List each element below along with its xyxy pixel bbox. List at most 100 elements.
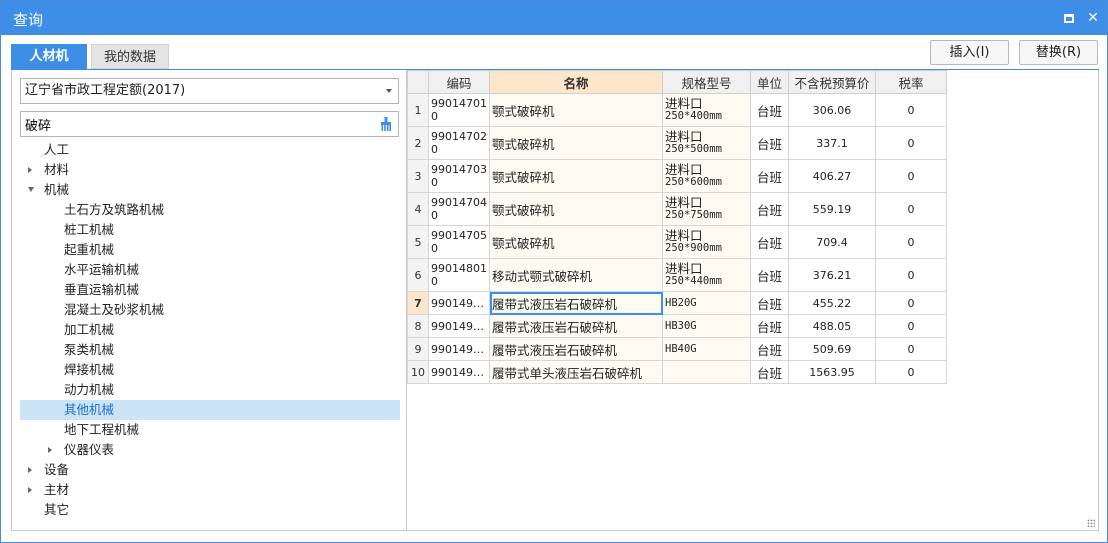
- table-row[interactable]: 4 99014704 0 颚式破碎机 进料口 250*750mm 台班 559.19 0: [407, 192, 947, 226]
- tree-item[interactable]: 加工机械: [20, 320, 400, 340]
- maximize-icon[interactable]: [1059, 8, 1079, 28]
- column-header-unit[interactable]: 单位: [750, 70, 789, 94]
- tree-item[interactable]: 焊接机械: [20, 360, 400, 380]
- cell-price[interactable]: 559.19: [788, 192, 876, 226]
- cell-spec[interactable]: 进料口 250*500mm: [662, 126, 751, 160]
- cell-spec[interactable]: HB20G: [662, 291, 751, 315]
- table-row[interactable]: 2 99014702 0 颚式破碎机 进料口 250*500mm 台班 337.1 0: [407, 126, 947, 160]
- cell-code[interactable]: 99014701 0: [428, 93, 490, 127]
- cell-name[interactable]: 颚式破碎机: [489, 93, 663, 127]
- cell-code[interactable]: 990149…: [428, 337, 490, 361]
- dropdown-arrow-icon[interactable]: [386, 89, 392, 93]
- cell-spec[interactable]: HB40G: [662, 337, 751, 361]
- expand-arrow-icon[interactable]: [28, 487, 32, 493]
- cell-price[interactable]: 709.4: [788, 225, 876, 259]
- expand-arrow-icon[interactable]: [28, 467, 32, 473]
- cell-tax[interactable]: 0: [875, 314, 947, 338]
- row-number[interactable]: 6: [407, 258, 429, 292]
- row-number[interactable]: 2: [407, 126, 429, 160]
- tree-item[interactable]: 设备: [20, 460, 400, 480]
- row-number[interactable]: 5: [407, 225, 429, 259]
- expand-arrow-icon[interactable]: [28, 167, 32, 173]
- tree-item[interactable]: 动力机械: [20, 380, 400, 400]
- cell-spec[interactable]: 进料口 250*900mm: [662, 225, 751, 259]
- cell-price[interactable]: 376.21: [788, 258, 876, 292]
- table-row[interactable]: 9 990149… 履带式液压岩石破碎机 HB40G 台班 509.69 0: [407, 337, 947, 361]
- tree-item[interactable]: 水平运输机械: [20, 260, 400, 280]
- cell-spec[interactable]: [662, 360, 751, 384]
- cell-unit[interactable]: 台班: [750, 291, 789, 315]
- cell-code[interactable]: 990149…: [428, 360, 490, 384]
- title-bar[interactable]: 查询 ✕: [1, 1, 1107, 35]
- column-header-price[interactable]: 不含税预算价: [788, 70, 876, 94]
- column-header-code[interactable]: 编码: [428, 70, 490, 94]
- cell-spec[interactable]: 进料口 250*750mm: [662, 192, 751, 226]
- tree-item[interactable]: 地下工程机械: [20, 420, 400, 440]
- tree-item[interactable]: 其他机械: [20, 400, 400, 420]
- tree-item[interactable]: 机械: [20, 180, 400, 200]
- table-row[interactable]: 3 99014703 0 颚式破碎机 进料口 250*600mm 台班 406.27 0: [407, 159, 947, 193]
- table-row[interactable]: 1 99014701 0 颚式破碎机 进料口 250*400mm 台班 306.06 0: [407, 93, 947, 127]
- row-number[interactable]: 3: [407, 159, 429, 193]
- cell-price[interactable]: 1563.95: [788, 360, 876, 384]
- clear-broom-icon[interactable]: [380, 117, 392, 131]
- row-number[interactable]: 8: [407, 314, 429, 338]
- cell-tax[interactable]: 0: [875, 93, 947, 127]
- cell-unit[interactable]: 台班: [750, 360, 789, 384]
- table-row[interactable]: 8 990149… 履带式液压岩石破碎机 HB30G 台班 488.05 0: [407, 314, 947, 338]
- cell-spec[interactable]: 进料口 250*440mm: [662, 258, 751, 292]
- cell-unit[interactable]: 台班: [750, 93, 789, 127]
- replace-button[interactable]: 替换(R): [1019, 40, 1098, 65]
- insert-button[interactable]: 插入(I): [930, 40, 1009, 65]
- cell-spec[interactable]: 进料口 250*400mm: [662, 93, 751, 127]
- cell-name[interactable]: 履带式液压岩石破碎机: [489, 337, 663, 361]
- search-input[interactable]: [21, 112, 361, 136]
- tree-item[interactable]: 仪器仪表: [20, 440, 400, 460]
- cell-code[interactable]: 990149…: [428, 291, 490, 315]
- quota-select[interactable]: 辽宁省市政工程定额(2017): [20, 78, 399, 104]
- cell-name[interactable]: 颚式破碎机: [489, 126, 663, 160]
- cell-name[interactable]: 颚式破碎机: [489, 225, 663, 259]
- cell-tax[interactable]: 0: [875, 225, 947, 259]
- tree-item[interactable]: 其它: [20, 500, 400, 520]
- tree-item[interactable]: 泵类机械: [20, 340, 400, 360]
- cell-tax[interactable]: 0: [875, 291, 947, 315]
- cell-name[interactable]: 履带式液压岩石破碎机: [489, 314, 663, 338]
- row-number[interactable]: 1: [407, 93, 429, 127]
- cell-code[interactable]: 99014702 0: [428, 126, 490, 160]
- column-header-spec[interactable]: 规格型号: [662, 70, 751, 94]
- cell-spec[interactable]: 进料口 250*600mm: [662, 159, 751, 193]
- tab-my-data[interactable]: 我的数据: [91, 44, 169, 69]
- table-row[interactable]: 7 990149… 履带式液压岩石破碎机 HB20G 台班 455.22 0: [407, 291, 947, 315]
- cell-price[interactable]: 337.1: [788, 126, 876, 160]
- tree-item[interactable]: 桩工机械: [20, 220, 400, 240]
- cell-code[interactable]: 99014801 0: [428, 258, 490, 292]
- cell-spec[interactable]: HB30G: [662, 314, 751, 338]
- tree-item[interactable]: 起重机械: [20, 240, 400, 260]
- cell-unit[interactable]: 台班: [750, 337, 789, 361]
- cell-price[interactable]: 488.05: [788, 314, 876, 338]
- tree-item[interactable]: 人工: [20, 140, 400, 160]
- cell-code[interactable]: 990149…: [428, 314, 490, 338]
- cell-price[interactable]: 455.22: [788, 291, 876, 315]
- cell-name[interactable]: 颚式破碎机: [489, 159, 663, 193]
- column-header-tax[interactable]: 税率: [875, 70, 947, 94]
- cell-unit[interactable]: 台班: [750, 314, 789, 338]
- cell-code[interactable]: 99014705 0: [428, 225, 490, 259]
- cell-tax[interactable]: 0: [875, 360, 947, 384]
- cell-name[interactable]: 移动式颚式破碎机: [489, 258, 663, 292]
- cell-unit[interactable]: 台班: [750, 192, 789, 226]
- cell-tax[interactable]: 0: [875, 337, 947, 361]
- table-row[interactable]: 6 99014801 0 移动式颚式破碎机 进料口 250*440mm 台班 376.21 0: [407, 258, 947, 292]
- row-number[interactable]: 9: [407, 337, 429, 361]
- table-row[interactable]: 5 99014705 0 颚式破碎机 进料口 250*900mm 台班 709.4 0: [407, 225, 947, 259]
- tree-item[interactable]: 土石方及筑路机械: [20, 200, 400, 220]
- cell-unit[interactable]: 台班: [750, 159, 789, 193]
- table-row[interactable]: 10 990149… 履带式单头液压岩石破碎机 台班 1563.95 0: [407, 360, 947, 384]
- cell-tax[interactable]: 0: [875, 192, 947, 226]
- resize-grip-icon[interactable]: [1087, 519, 1095, 527]
- collapse-arrow-icon[interactable]: [28, 187, 34, 192]
- cell-tax[interactable]: 0: [875, 258, 947, 292]
- cell-code[interactable]: 99014703 0: [428, 159, 490, 193]
- tree-item[interactable]: 垂直运输机械: [20, 280, 400, 300]
